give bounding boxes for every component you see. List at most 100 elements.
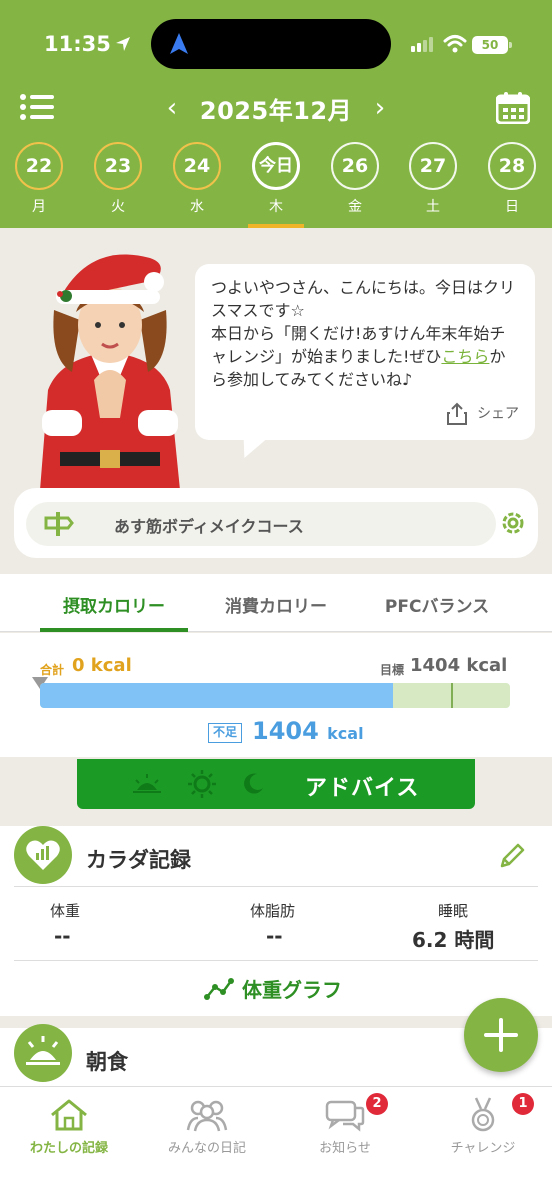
status-bar: 11:35 50 bbox=[0, 0, 552, 84]
chat-bubbles-icon bbox=[325, 1100, 365, 1132]
tab-label: チャレンジ bbox=[450, 1141, 516, 1156]
divider bbox=[14, 886, 538, 887]
goal-label: 目標 bbox=[380, 663, 405, 677]
santa-character-illustration bbox=[40, 254, 180, 490]
greeting-text-line1: つよいやつさん、こんにちは。今日はクリスマスです☆ bbox=[211, 278, 516, 320]
people-icon bbox=[186, 1100, 228, 1132]
signal-icon bbox=[411, 37, 433, 52]
day-circle: 22 bbox=[15, 142, 63, 190]
course-card: あす筋ボディメイクコース bbox=[14, 488, 538, 558]
metric-bodyfat-value: -- bbox=[266, 924, 283, 948]
day-22[interactable]: 22 月 bbox=[9, 140, 69, 216]
heart-chart-icon bbox=[14, 826, 72, 884]
share-icon bbox=[447, 402, 467, 425]
weight-graph-label: 体重グラフ bbox=[242, 978, 342, 1002]
gear-icon[interactable] bbox=[500, 510, 526, 536]
calendar-icon[interactable] bbox=[496, 92, 530, 124]
divider bbox=[14, 960, 538, 961]
goal-tick bbox=[451, 683, 453, 708]
weekday-label: 月 bbox=[32, 199, 46, 215]
signpost-icon bbox=[44, 512, 74, 536]
body-record-card: カラダ記録 体重 -- 体脂肪 -- 睡眠 6.2 時間 体重グラフ bbox=[0, 826, 552, 1016]
breakfast-title: 朝食 bbox=[86, 1050, 128, 1074]
tab-burned-calorie[interactable]: 消費カロリー bbox=[206, 592, 346, 617]
day-today[interactable]: 今日木 bbox=[246, 140, 306, 216]
sunrise-icon bbox=[133, 774, 161, 793]
tab-label: みんなの日記 bbox=[167, 1141, 246, 1156]
day-circle: 23 bbox=[94, 142, 142, 190]
next-month-button[interactable]: › bbox=[368, 93, 392, 123]
challenge-badge: 1 bbox=[512, 1093, 534, 1115]
tab-challenge[interactable]: チャレンジ 1 bbox=[414, 1093, 552, 1156]
metric-bodyfat-label: 体脂肪 bbox=[250, 902, 296, 920]
bottom-tab-bar: わたしの記録 みんなの日記 お知らせ 2 チャレンジ 1 bbox=[0, 1086, 552, 1200]
goal-value: 1404 kcal bbox=[410, 655, 508, 676]
calorie-progress-bar bbox=[40, 683, 510, 708]
day-24[interactable]: 24 水 bbox=[167, 140, 227, 216]
tab-intake-calorie[interactable]: 摂取カロリー bbox=[40, 592, 188, 617]
total-label: 合計 bbox=[40, 663, 65, 677]
add-record-button[interactable] bbox=[464, 998, 538, 1072]
moon-icon bbox=[244, 773, 263, 794]
battery-indicator: 50 bbox=[472, 36, 512, 54]
dynamic-island bbox=[151, 19, 391, 69]
greeting-bubble: つよいやつさん、こんにちは。今日はクリスマスです☆ 本日から「開くだけ!あすけん… bbox=[195, 264, 535, 440]
shortage-value: 1404 kcal bbox=[252, 717, 364, 745]
day-28[interactable]: 28 日 bbox=[482, 140, 542, 216]
challenge-link[interactable]: こちら bbox=[441, 347, 489, 366]
active-tab-underline bbox=[40, 628, 188, 632]
status-time: 11:35 bbox=[44, 32, 131, 56]
calorie-progress-fill bbox=[40, 683, 393, 708]
body-record-title: カラダ記録 bbox=[86, 848, 191, 872]
navigation-arrow-icon bbox=[170, 33, 188, 54]
weekday-label: 火 bbox=[111, 199, 125, 215]
day-circle: 26 bbox=[331, 142, 379, 190]
day-circle: 27 bbox=[409, 142, 457, 190]
course-name: あす筋ボディメイクコース bbox=[114, 517, 304, 536]
course-selector[interactable]: あす筋ボディメイクコース bbox=[26, 502, 496, 546]
edit-pencil-icon[interactable] bbox=[498, 842, 526, 870]
tab-label: わたしの記録 bbox=[29, 1141, 108, 1156]
line-graph-icon bbox=[204, 977, 234, 1000]
menu-icon[interactable] bbox=[20, 94, 54, 120]
sunrise-icon bbox=[14, 1024, 72, 1082]
tab-notifications[interactable]: お知らせ 2 bbox=[276, 1093, 414, 1156]
metric-weight-value: -- bbox=[54, 924, 71, 948]
calorie-summary: 合計 0 kcal 目標 1404 kcal 不足 1404 kcal bbox=[0, 633, 552, 757]
medal-icon bbox=[471, 1097, 495, 1132]
day-circle: 28 bbox=[488, 142, 536, 190]
tab-my-record[interactable]: わたしの記録 bbox=[0, 1097, 138, 1156]
day-26[interactable]: 26 金 bbox=[325, 140, 385, 216]
total-value: 0 kcal bbox=[72, 655, 132, 676]
month-label: 2025年12月 bbox=[199, 96, 353, 125]
calorie-tabs: 摂取カロリー 消費カロリー PFCバランス bbox=[0, 574, 552, 632]
day-23[interactable]: 23 火 bbox=[88, 140, 148, 216]
advice-label: アドバイス bbox=[305, 776, 420, 801]
day-circle: 今日 bbox=[252, 142, 300, 190]
tab-pfc-balance[interactable]: PFCバランス bbox=[366, 592, 508, 617]
location-arrow-icon bbox=[115, 37, 130, 51]
weekday-label: 日 bbox=[505, 199, 519, 215]
prev-month-button[interactable]: ‹ bbox=[160, 93, 184, 123]
home-icon bbox=[51, 1099, 87, 1131]
weekday-label: 木 bbox=[269, 199, 283, 215]
weight-graph-link[interactable]: 体重グラフ bbox=[204, 974, 342, 1003]
sun-icon bbox=[188, 770, 216, 798]
tab-everyones-diary[interactable]: みんなの日記 bbox=[138, 1097, 276, 1156]
wifi-icon bbox=[443, 35, 467, 53]
week-day-selector: 22 月 23 火 24 水 今日木 26 金 27 土 28 日 bbox=[0, 140, 552, 228]
day-circle: 24 bbox=[173, 142, 221, 190]
header-area: 11:35 50 ‹ 2025年12月 › 22 月 23 火 24 水 今日 … bbox=[0, 0, 552, 228]
weekday-label: 金 bbox=[348, 199, 362, 215]
metric-sleep-value: 6.2 時間 bbox=[412, 928, 495, 952]
advice-button[interactable]: アドバイス bbox=[77, 759, 475, 809]
notification-badge: 2 bbox=[366, 1093, 388, 1115]
day-27[interactable]: 27 土 bbox=[403, 140, 463, 216]
metric-sleep-label: 睡眠 bbox=[438, 902, 469, 920]
share-button[interactable]: シェア bbox=[445, 402, 519, 426]
weekday-label: 土 bbox=[426, 199, 440, 215]
month-navigator: ‹ 2025年12月 › bbox=[160, 88, 392, 128]
tab-label: お知らせ bbox=[319, 1141, 371, 1156]
shortage-badge: 不足 bbox=[208, 723, 243, 743]
weekday-label: 水 bbox=[190, 199, 204, 215]
